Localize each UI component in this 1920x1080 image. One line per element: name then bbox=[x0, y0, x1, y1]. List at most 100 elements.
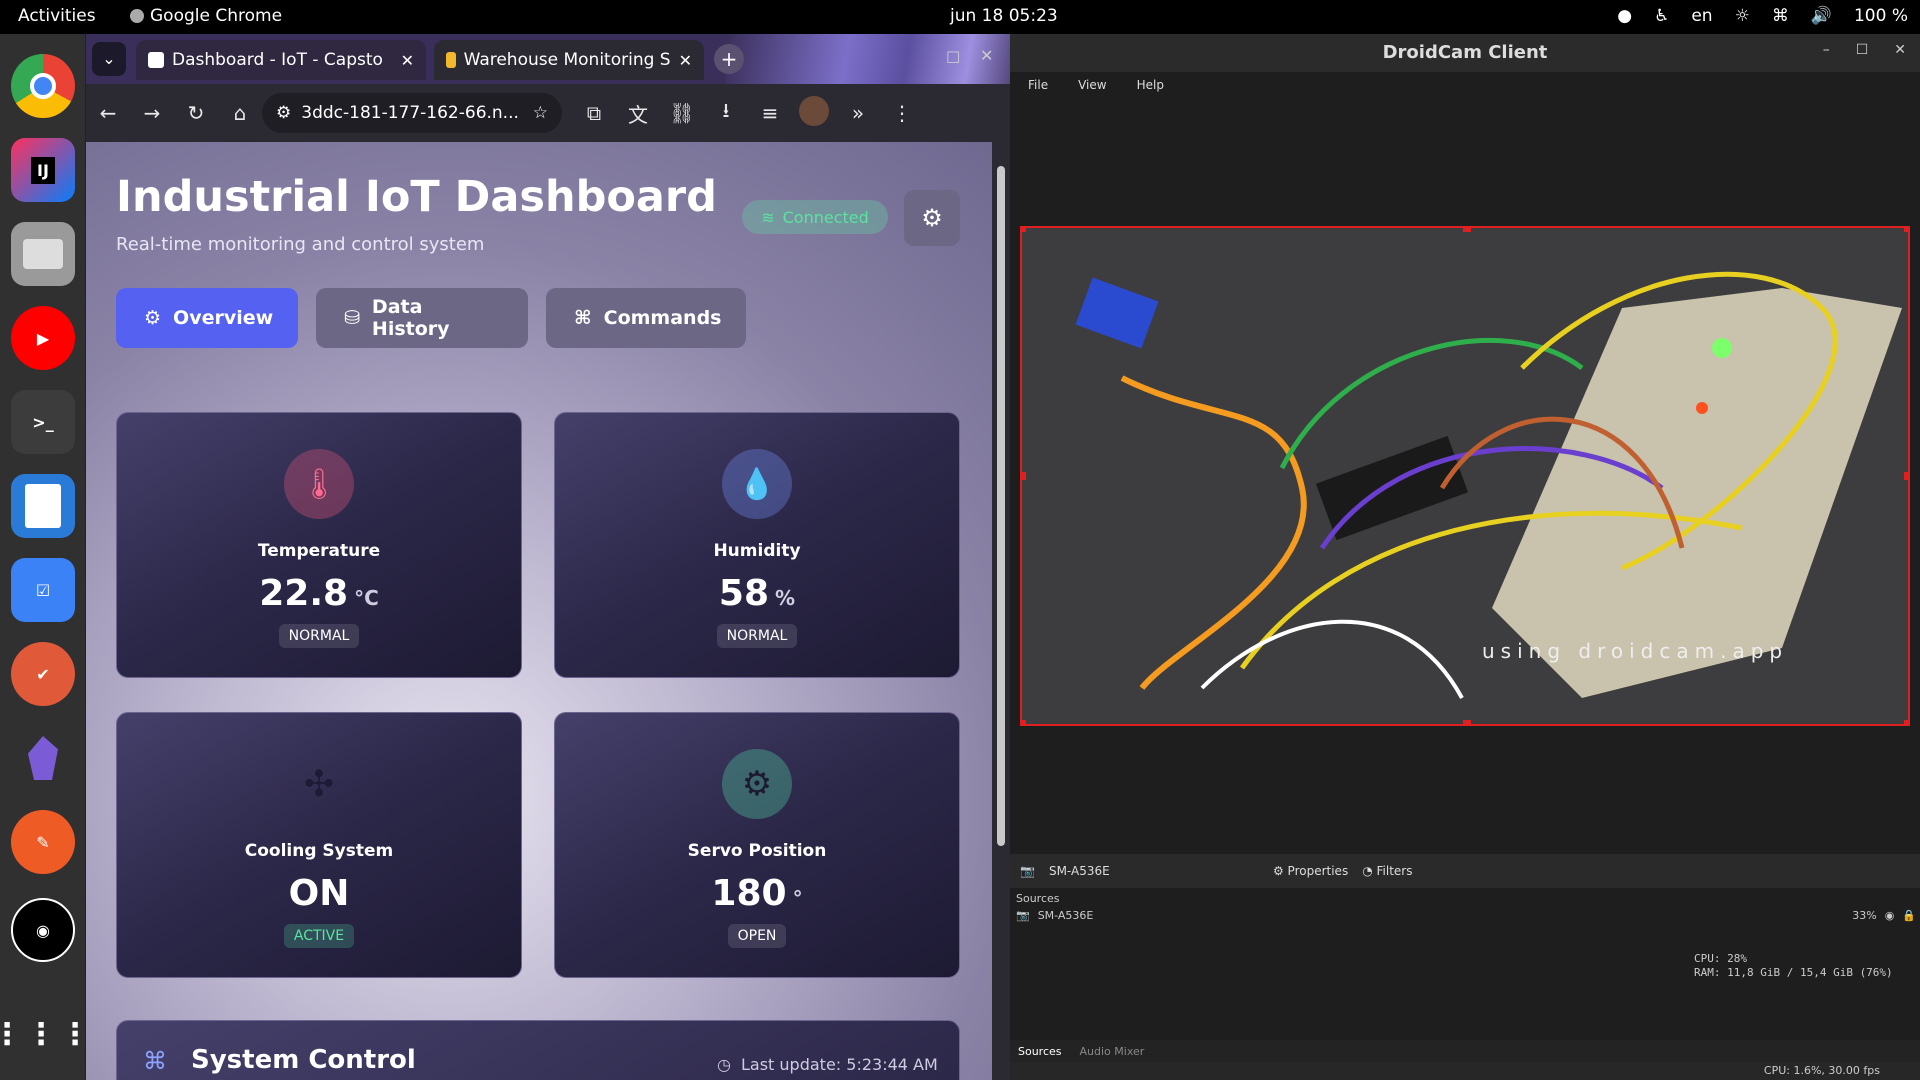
tab-audio-mixer[interactable]: Audio Mixer bbox=[1080, 1045, 1145, 1058]
writer-icon[interactable] bbox=[11, 474, 75, 538]
tab-label: Commands bbox=[603, 307, 722, 329]
lock-icon[interactable]: 🔒 bbox=[1902, 909, 1916, 922]
app-grid-icon[interactable]: ⋮⋮⋮ bbox=[0, 1002, 90, 1066]
gear-icon: ⚙ bbox=[722, 749, 792, 819]
card-value: 58 bbox=[718, 573, 770, 614]
activities-button[interactable]: Activities bbox=[18, 6, 96, 26]
intellij-icon[interactable]: IJ bbox=[11, 138, 75, 202]
chrome-icon[interactable] bbox=[11, 54, 75, 118]
resize-handle[interactable] bbox=[1022, 228, 1026, 232]
tab-commands[interactable]: ⌘ Commands bbox=[546, 288, 746, 348]
tab-close-icon[interactable]: ✕ bbox=[679, 51, 692, 70]
download-icon[interactable]: ⭳ bbox=[704, 96, 748, 130]
system-tray[interactable]: ● ♿ en ☼ ⌘ 🔊 100 % bbox=[1617, 6, 1908, 26]
resize-handle[interactable] bbox=[1463, 720, 1471, 724]
maximize-icon[interactable]: ☐ bbox=[946, 48, 960, 67]
resize-handle[interactable] bbox=[1463, 228, 1471, 232]
visibility-eye-icon[interactable]: ◉ bbox=[1885, 909, 1895, 922]
tab-favicon-icon bbox=[446, 52, 456, 68]
terminal-icon[interactable]: >_ bbox=[11, 390, 75, 454]
resize-handle[interactable] bbox=[1022, 720, 1026, 724]
obsidian-icon[interactable] bbox=[11, 726, 75, 790]
maximize-icon[interactable]: ☐ bbox=[1856, 42, 1869, 58]
postman-icon[interactable]: ✎ bbox=[11, 810, 75, 874]
chrome-menu-icon[interactable]: ⋮ bbox=[880, 101, 924, 125]
site-info-icon[interactable]: ⚙ bbox=[276, 103, 291, 123]
back-icon[interactable]: ← bbox=[86, 101, 130, 125]
tab-favicon-icon bbox=[148, 52, 164, 68]
window-controls: – ☐ ✕ bbox=[1823, 42, 1906, 58]
tab-label: Data History bbox=[371, 296, 450, 340]
resize-handle[interactable] bbox=[1904, 228, 1908, 232]
tab-dashboard[interactable]: Dashboard - IoT - Capsto ✕ bbox=[136, 40, 426, 80]
active-app-menu[interactable]: Google Chrome bbox=[130, 6, 282, 26]
resize-handle[interactable] bbox=[1904, 720, 1908, 724]
thermometer-icon: 🌡 bbox=[284, 449, 354, 519]
home-icon[interactable]: ⌂ bbox=[218, 101, 262, 125]
tab-overview[interactable]: ⚙ Overview bbox=[116, 288, 298, 348]
status-bar: CPU: 1.6%, 30.00 fps bbox=[1010, 1062, 1920, 1080]
volume-icon[interactable]: 🔊 bbox=[1811, 6, 1832, 26]
minimize-icon[interactable]: – bbox=[1823, 42, 1830, 58]
brightness-icon[interactable]: ☼ bbox=[1735, 6, 1750, 26]
scrollbar-thumb[interactable] bbox=[997, 166, 1005, 846]
tab-close-icon[interactable]: ✕ bbox=[401, 51, 414, 70]
battery-indicator[interactable]: 100 % bbox=[1854, 6, 1908, 26]
tab-strip: ⌄ Dashboard - IoT - Capsto ✕ Warehouse M… bbox=[86, 34, 1010, 84]
volume-level: 33% bbox=[1852, 908, 1877, 922]
translate-icon[interactable]: 文 bbox=[616, 99, 660, 128]
menu-file[interactable]: File bbox=[1028, 78, 1048, 92]
status-badge: NORMAL bbox=[716, 624, 798, 648]
media-icon[interactable]: ≡ bbox=[748, 101, 792, 125]
close-icon[interactable]: ✕ bbox=[1894, 42, 1906, 58]
extensions-icon[interactable]: ⧉ bbox=[572, 101, 616, 125]
status-badge: ACTIVE bbox=[283, 924, 355, 948]
menu-help[interactable]: Help bbox=[1137, 78, 1164, 92]
status-badge: NORMAL bbox=[278, 624, 360, 648]
page-subtitle: Real-time monitoring and control system bbox=[116, 234, 485, 255]
camera-preview[interactable]: using droidcam.app bbox=[1020, 226, 1910, 726]
window-title: DroidCam Client bbox=[1010, 34, 1920, 72]
profile-avatar[interactable] bbox=[792, 95, 836, 131]
todoist-icon[interactable]: ✔ bbox=[11, 642, 75, 706]
address-bar[interactable]: ⚙ 3ddc-181-177-162-66.n... ☆ bbox=[262, 93, 562, 133]
webcam-icon[interactable]: ◉ bbox=[11, 898, 75, 962]
settings-button[interactable]: ⚙ bbox=[904, 190, 960, 246]
card-label: Temperature bbox=[257, 541, 381, 561]
filters-button[interactable]: ◔ Filters bbox=[1362, 864, 1412, 878]
card-value-row: 180 ° bbox=[555, 873, 959, 914]
tasks-icon[interactable]: ☑ bbox=[11, 558, 75, 622]
tab-search-button[interactable]: ⌄ bbox=[92, 42, 126, 76]
new-tab-button[interactable]: + bbox=[714, 44, 744, 74]
close-window-icon[interactable]: ✕ bbox=[980, 46, 993, 65]
resize-handle[interactable] bbox=[1022, 472, 1026, 480]
ram-readout: RAM: 11,8 GiB / 15,4 GiB (76%) bbox=[1694, 966, 1893, 979]
more-extensions-icon[interactable]: » bbox=[836, 101, 880, 125]
gear-icon: ⚙ bbox=[921, 204, 943, 232]
forward-icon[interactable]: → bbox=[130, 101, 174, 125]
source-row[interactable]: 📷 SM-A536E 33% ◉ 🔒 bbox=[1016, 906, 1916, 924]
resize-handle[interactable] bbox=[1904, 472, 1908, 480]
bookmark-star-icon[interactable]: ☆ bbox=[533, 103, 548, 123]
tab-warehouse[interactable]: Warehouse Monitoring S ✕ bbox=[434, 40, 704, 80]
card-value: ON bbox=[288, 873, 350, 914]
dashboard-page: Industrial IoT Dashboard Real-time monit… bbox=[86, 142, 992, 1080]
youtube-music-icon[interactable]: ▶ bbox=[11, 306, 75, 370]
clock[interactable]: jun 18 05:23 bbox=[950, 6, 1058, 26]
tab-data-history[interactable]: ⛁ Data History bbox=[316, 288, 528, 348]
properties-button[interactable]: ⚙ Properties bbox=[1273, 864, 1348, 878]
card-unit: ° bbox=[792, 886, 803, 910]
accessibility-icon[interactable]: ♿ bbox=[1654, 6, 1669, 26]
keyboard-language[interactable]: en bbox=[1691, 6, 1712, 26]
files-icon[interactable] bbox=[11, 222, 75, 286]
sources-panel: Sources 📷 SM-A536E 33% ◉ 🔒 CPU: 28% RAM:… bbox=[1010, 888, 1920, 1062]
filters-label: Filters bbox=[1376, 864, 1413, 878]
menu-view[interactable]: View bbox=[1078, 78, 1106, 92]
page-scrollbar[interactable] bbox=[992, 142, 1010, 1080]
reload-icon[interactable]: ↻ bbox=[174, 101, 218, 125]
application-dock: IJ ▶ >_ ☑ ✔ ✎ ◉ ⋮⋮⋮ bbox=[0, 34, 90, 1080]
link-icon[interactable]: ⛓ bbox=[660, 101, 704, 125]
wifi-icon: ≋ bbox=[761, 207, 775, 227]
network-icon[interactable]: ⌘ bbox=[1772, 6, 1789, 26]
tab-sources[interactable]: Sources bbox=[1018, 1045, 1062, 1058]
